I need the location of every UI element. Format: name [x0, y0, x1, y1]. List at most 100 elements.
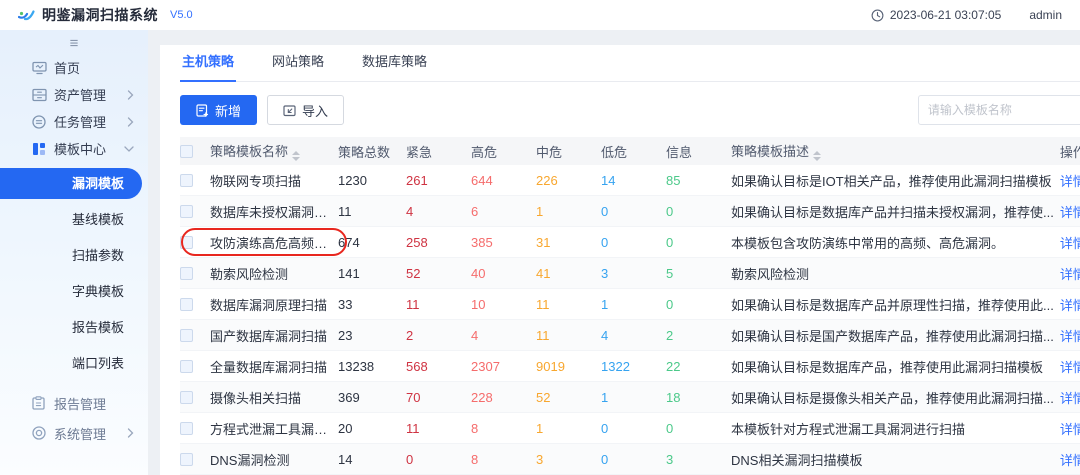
template-name: 方程式泄漏工具漏洞扫描 — [210, 419, 338, 438]
sidebar-item-home[interactable]: 首页 — [0, 54, 148, 81]
low-count: 3 — [601, 266, 666, 281]
detail-link[interactable]: 详情 — [1060, 202, 1080, 221]
detail-link[interactable]: 详情 — [1060, 357, 1080, 376]
row-checkbox-cell — [180, 236, 210, 249]
row-checkbox-cell — [180, 298, 210, 311]
sidebar-item-assets[interactable]: 资产管理 — [0, 81, 148, 108]
critical-count: 11 — [406, 421, 471, 436]
detail-link[interactable]: 详情 — [1060, 450, 1080, 469]
sidebar-item-reports[interactable]: 报告管理 — [0, 388, 148, 418]
sidebar-item-tasks[interactable]: 任务管理 — [0, 108, 148, 135]
low-count: 4 — [601, 328, 666, 343]
row-checkbox[interactable] — [180, 205, 193, 218]
app-version: V5.0 — [170, 9, 193, 21]
column-header-name[interactable]: 策略模板名称 — [210, 141, 338, 161]
detail-link[interactable]: 详情 — [1060, 171, 1080, 190]
template-table: 策略模板名称 策略总数 紧急 高危 中危 低危 信息 策略模板描述 操作项 物联… — [180, 137, 1080, 475]
detail-link[interactable]: 详情 — [1060, 295, 1080, 314]
total-count: 23 — [338, 328, 406, 343]
add-button[interactable]: 新增 — [180, 95, 257, 125]
task-icon — [32, 115, 46, 129]
high-count: 6 — [471, 204, 536, 219]
row-actions: 详情另存为删除 — [1060, 450, 1080, 469]
sidebar-subitem[interactable]: 字典模板 — [0, 274, 148, 310]
row-checkbox[interactable] — [180, 174, 193, 187]
add-button-label: 新增 — [215, 101, 241, 120]
sidebar-subitem[interactable]: 报告模板 — [0, 310, 148, 346]
column-header-actions: 操作项 — [1060, 142, 1080, 161]
row-checkbox[interactable] — [180, 298, 193, 311]
select-all-checkbox[interactable] — [180, 145, 193, 158]
template-submenu: 漏洞模板基线模板扫描参数字典模板报告模板端口列表 — [0, 168, 148, 382]
sidebar-subitem[interactable]: 漏洞模板 — [0, 168, 142, 199]
row-checkbox[interactable] — [180, 391, 193, 404]
import-button-label: 导入 — [302, 101, 328, 120]
row-checkbox[interactable] — [180, 453, 193, 466]
high-count: 2307 — [471, 359, 536, 374]
medium-count: 11 — [536, 328, 601, 343]
template-name: 全量数据库漏洞扫描 — [210, 357, 338, 376]
total-count: 14 — [338, 452, 406, 467]
template-name: 攻防演练高危高频漏洞扫... — [210, 233, 338, 252]
total-count: 13238 — [338, 359, 406, 374]
detail-link[interactable]: 详情 — [1060, 233, 1080, 252]
detail-link[interactable]: 详情 — [1060, 326, 1080, 345]
template-description: 本模板包含攻防演练中常用的高频、高危漏洞。 — [731, 233, 1060, 252]
total-count: 1230 — [338, 173, 406, 188]
search-input[interactable] — [928, 103, 1080, 117]
detail-link[interactable]: 详情 — [1060, 388, 1080, 407]
info-count: 2 — [666, 328, 731, 343]
sort-icon[interactable] — [813, 151, 821, 161]
template-description: 勒索风险检测 — [731, 264, 1060, 283]
low-count: 0 — [601, 204, 666, 219]
template-name: 摄像头相关扫描 — [210, 388, 338, 407]
header-username[interactable]: admin — [1029, 8, 1062, 22]
medium-count: 1 — [536, 421, 601, 436]
template-name: 数据库未授权漏洞扫描 — [210, 202, 338, 221]
row-actions: 详情另存为删除 — [1060, 264, 1080, 283]
sidebar-collapse-icon[interactable]: ≡ — [0, 34, 148, 54]
row-checkbox[interactable] — [180, 267, 193, 280]
template-description: 如果确认目标是数据库产品并原理性扫描，推荐使用此... — [731, 295, 1060, 314]
logo-icon — [18, 8, 35, 23]
template-description: 如果确认目标是数据库产品，推荐使用此漏洞扫描模板 — [731, 357, 1060, 376]
sort-icon[interactable] — [292, 151, 300, 161]
row-checkbox-cell — [180, 205, 210, 218]
sidebar-subitem[interactable]: 端口列表 — [0, 346, 148, 382]
row-checkbox[interactable] — [180, 422, 193, 435]
critical-count: 261 — [406, 173, 471, 188]
template-description: 如果确认目标是数据库产品并扫描未授权漏洞，推荐使... — [731, 202, 1060, 221]
detail-link[interactable]: 详情 — [1060, 419, 1080, 438]
row-actions: 详情另存为删除 — [1060, 419, 1080, 438]
row-checkbox[interactable] — [180, 236, 193, 249]
system-gear-icon — [32, 426, 46, 440]
high-count: 644 — [471, 173, 536, 188]
high-count: 40 — [471, 266, 536, 281]
sidebar-item-label: 资产管理 — [54, 85, 106, 104]
column-header-desc[interactable]: 策略模板描述 — [731, 141, 1060, 161]
detail-link[interactable]: 详情 — [1060, 264, 1080, 283]
info-count: 0 — [666, 204, 731, 219]
sidebar-item-templates[interactable]: 模板中心 — [0, 135, 148, 162]
tab-host-policy[interactable]: 主机策略 — [180, 51, 236, 81]
total-count: 33 — [338, 297, 406, 312]
sidebar-subitem[interactable]: 基线模板 — [0, 202, 148, 238]
high-count: 385 — [471, 235, 536, 250]
medium-count: 3 — [536, 452, 601, 467]
row-checkbox[interactable] — [180, 329, 193, 342]
import-button[interactable]: 导入 — [267, 95, 344, 125]
sidebar-subitem[interactable]: 扫描参数 — [0, 238, 148, 274]
row-checkbox[interactable] — [180, 360, 193, 373]
tab-database-policy[interactable]: 数据库策略 — [360, 51, 429, 81]
tab-website-policy[interactable]: 网站策略 — [270, 51, 326, 81]
template-name: 数据库漏洞原理扫描 — [210, 295, 338, 314]
sidebar-item-label: 系统管理 — [54, 424, 106, 443]
row-checkbox-cell — [180, 174, 210, 187]
info-count: 85 — [666, 173, 731, 188]
high-count: 10 — [471, 297, 536, 312]
critical-count: 70 — [406, 390, 471, 405]
total-count: 141 — [338, 266, 406, 281]
column-header-low: 低危 — [601, 142, 666, 161]
high-count: 8 — [471, 421, 536, 436]
sidebar-item-system[interactable]: 系统管理 — [0, 418, 148, 448]
